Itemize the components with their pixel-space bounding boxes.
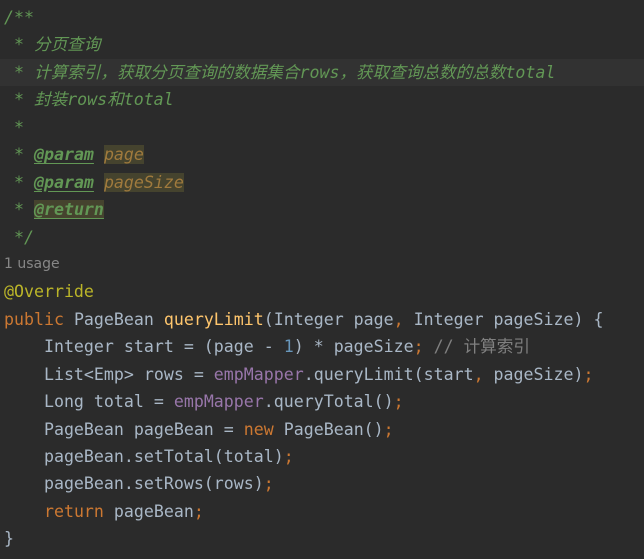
javadoc-tag: @param — [33, 145, 94, 165]
usage-hint[interactable]: 1 usage — [0, 251, 644, 278]
javadoc-param-name: pageSize — [103, 172, 184, 192]
doc-comment-text — [94, 173, 104, 192]
code-text: pageBean.setRows(rows) — [4, 474, 264, 494]
code-line[interactable]: return pageBean; — [0, 498, 644, 525]
doc-comment-text: * — [4, 117, 24, 137]
code-text: pageBean — [103, 501, 194, 521]
doc-comment-text: * 分页查询 — [4, 35, 101, 55]
field-reference[interactable]: empMapper — [174, 392, 264, 411]
code-text: PageBean pageBean = — [4, 419, 244, 439]
code-text: PageBean — [63, 309, 164, 329]
javadoc-param-name: page — [103, 145, 144, 165]
code-line[interactable]: * 封装rows和total — [0, 86, 644, 113]
punctuation: ; — [283, 447, 294, 466]
code-text: pageSize) — [483, 364, 584, 384]
punctuation: , — [473, 364, 484, 384]
code-line[interactable]: public PageBean queryLimit(Integer page,… — [0, 306, 644, 333]
code-line[interactable]: * 分页查询 — [0, 31, 644, 58]
code-line-current[interactable]: * 计算索引，获取分页查询的数据集合rows，获取查询总数的总数total — [0, 58, 644, 87]
keyword: return — [43, 501, 104, 521]
doc-comment-text: * — [4, 200, 34, 220]
code-line[interactable]: List<Emp> rows = empMapper.queryLimit(st… — [0, 361, 644, 388]
keyword: public — [4, 309, 64, 329]
code-line[interactable]: * @param pageSize — [0, 169, 644, 196]
code-line[interactable]: * @param page — [0, 141, 644, 168]
doc-comment-text: */ — [4, 227, 34, 247]
field-reference[interactable]: empMapper — [214, 365, 304, 384]
code-line[interactable]: pageBean.setRows(rows); — [0, 470, 644, 497]
doc-comment-text: * 封装rows和total — [4, 90, 174, 110]
line-comment: // 计算索引 — [423, 337, 530, 357]
javadoc-tag: @param — [33, 172, 94, 192]
code-text: .queryTotal() — [263, 392, 394, 412]
code-text: Long total = — [4, 392, 174, 412]
code-text: (Integer page — [263, 309, 394, 329]
javadoc-tag: @return — [33, 200, 104, 220]
annotation: @Override — [4, 282, 94, 302]
doc-comment-text: * 计算索引，获取分页查询的数据集合rows，获取查询总数的总数total — [4, 62, 556, 82]
code-line[interactable]: Integer start = (page - 1) * pageSize; /… — [0, 333, 644, 360]
punctuation: ; — [193, 501, 204, 521]
punctuation: ; — [583, 364, 594, 384]
code-text: Integer pageSize) { — [403, 309, 604, 329]
code-line[interactable]: * — [0, 114, 644, 141]
code-editor[interactable]: /** * 分页查询 * 计算索引，获取分页查询的数据集合rows，获取查询总数… — [0, 0, 644, 559]
code-text: } — [4, 529, 14, 549]
punctuation: ; — [263, 474, 274, 494]
code-text: List<Emp> rows = — [4, 364, 214, 384]
code-line[interactable]: * @return — [0, 196, 644, 223]
code-line[interactable]: Long total = empMapper.queryTotal(); — [0, 388, 644, 415]
code-line[interactable]: */ — [0, 224, 644, 251]
code-text: PageBean() — [273, 419, 384, 439]
code-text: pageBean.setTotal(total) — [4, 447, 284, 466]
punctuation: ; — [413, 337, 424, 357]
method-name[interactable]: queryLimit — [164, 310, 264, 329]
code-line[interactable]: @Override — [0, 278, 644, 305]
doc-comment-text — [94, 145, 104, 164]
punctuation: ; — [383, 419, 394, 439]
code-text: .queryLimit(start — [303, 364, 474, 384]
code-line[interactable]: PageBean pageBean = new PageBean(); — [0, 416, 644, 443]
doc-comment-text: * — [4, 145, 34, 165]
number-literal: 1 — [283, 337, 294, 357]
punctuation: , — [393, 309, 404, 329]
code-text: ) * pageSize — [293, 337, 414, 357]
code-line[interactable]: } — [0, 525, 644, 552]
keyword: new — [243, 419, 274, 439]
doc-comment-text: /** — [4, 8, 34, 27]
code-text: Integer start = (page - — [4, 337, 284, 357]
punctuation: ; — [393, 392, 404, 412]
doc-comment-text: * — [4, 172, 34, 192]
code-line[interactable]: pageBean.setTotal(total); — [0, 443, 644, 470]
code-line[interactable]: /** — [0, 4, 644, 31]
